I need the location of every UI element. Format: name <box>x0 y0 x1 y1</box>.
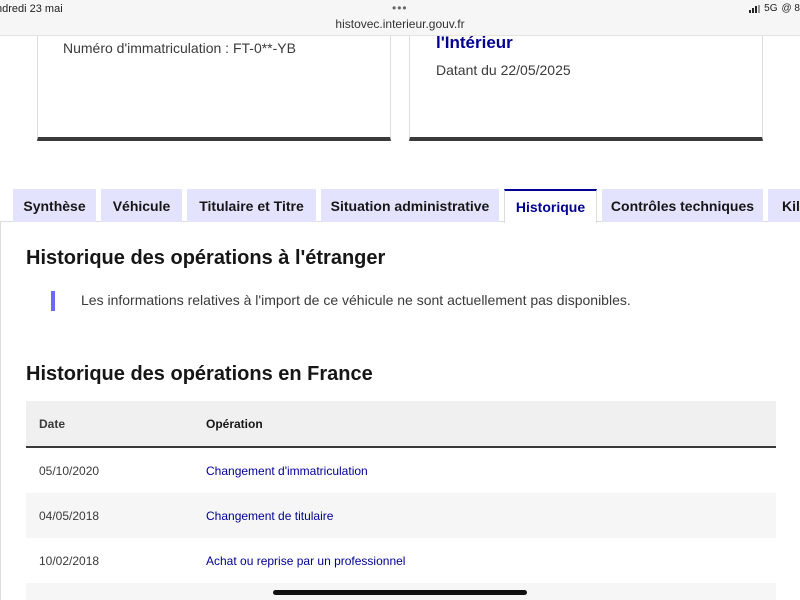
network-label: 5G <box>764 3 778 14</box>
row-date: 10/02/2018 <box>39 553 100 568</box>
tab-titulaire[interactable]: Titulaire et Titre <box>187 189 316 222</box>
foreign-history-message: Les informations relatives à l'import de… <box>81 292 631 308</box>
row-operation: Achat ou reprise par un professionnel <box>206 553 406 568</box>
source-card: l'Intérieur Datant du 22/05/2025 <box>409 33 763 141</box>
tab-historique[interactable]: Historique <box>504 189 597 223</box>
table-header: Date Opération <box>26 401 776 448</box>
tab-kilometrage[interactable]: Kilo <box>768 189 800 222</box>
column-header-date: Date <box>39 416 66 431</box>
tab-bar: Synthèse Véhicule Titulaire et Titre Sit… <box>0 189 800 223</box>
row-date: 05/10/2020 <box>39 463 100 478</box>
tab-synthese[interactable]: Synthèse <box>13 189 96 222</box>
address-url[interactable]: histovec.interieur.gouv.fr <box>0 17 800 31</box>
status-indicators: 5G @ 8 <box>749 3 800 14</box>
registration-number: Numéro d'immatriculation : FT-0**-YB <box>63 40 296 56</box>
status-extra: @ 8 <box>781 3 800 14</box>
home-indicator[interactable] <box>273 590 527 595</box>
row-operation: Changement d'immatriculation <box>206 463 368 478</box>
table-row: 05/10/2020 Changement d'immatriculation <box>26 448 776 493</box>
status-date: ndredi 23 mai <box>0 3 63 15</box>
table-row: 04/05/2018 Changement de titulaire <box>26 493 776 538</box>
row-date: 04/05/2018 <box>39 508 100 523</box>
source-date: Datant du 22/05/2025 <box>436 62 571 78</box>
callout-bar <box>51 291 55 311</box>
historique-panel: Historique des opérations à l'étranger L… <box>0 222 800 600</box>
france-history-title: Historique des opérations en France <box>26 363 373 385</box>
column-header-operation: Opération <box>206 416 263 431</box>
tab-vehicule[interactable]: Véhicule <box>101 189 182 222</box>
operations-table: Date Opération 05/10/2020 Changement d'i… <box>26 401 776 600</box>
table-row: 10/02/2018 Achat ou reprise par un profe… <box>26 538 776 583</box>
status-bar: ndredi 23 mai ••• histovec.interieur.gou… <box>0 0 800 36</box>
tab-situation-administrative[interactable]: Situation administrative <box>321 189 499 222</box>
row-operation: Changement de titulaire <box>206 508 334 523</box>
vehicle-card: Numéro d'immatriculation : FT-0**-YB <box>37 36 391 141</box>
source-organisation: l'Intérieur <box>436 33 513 52</box>
more-dots-icon[interactable]: ••• <box>392 1 408 15</box>
tab-controles-techniques[interactable]: Contrôles techniques <box>602 189 763 222</box>
foreign-history-title: Historique des opérations à l'étranger <box>26 247 386 269</box>
signal-icon <box>749 4 761 13</box>
